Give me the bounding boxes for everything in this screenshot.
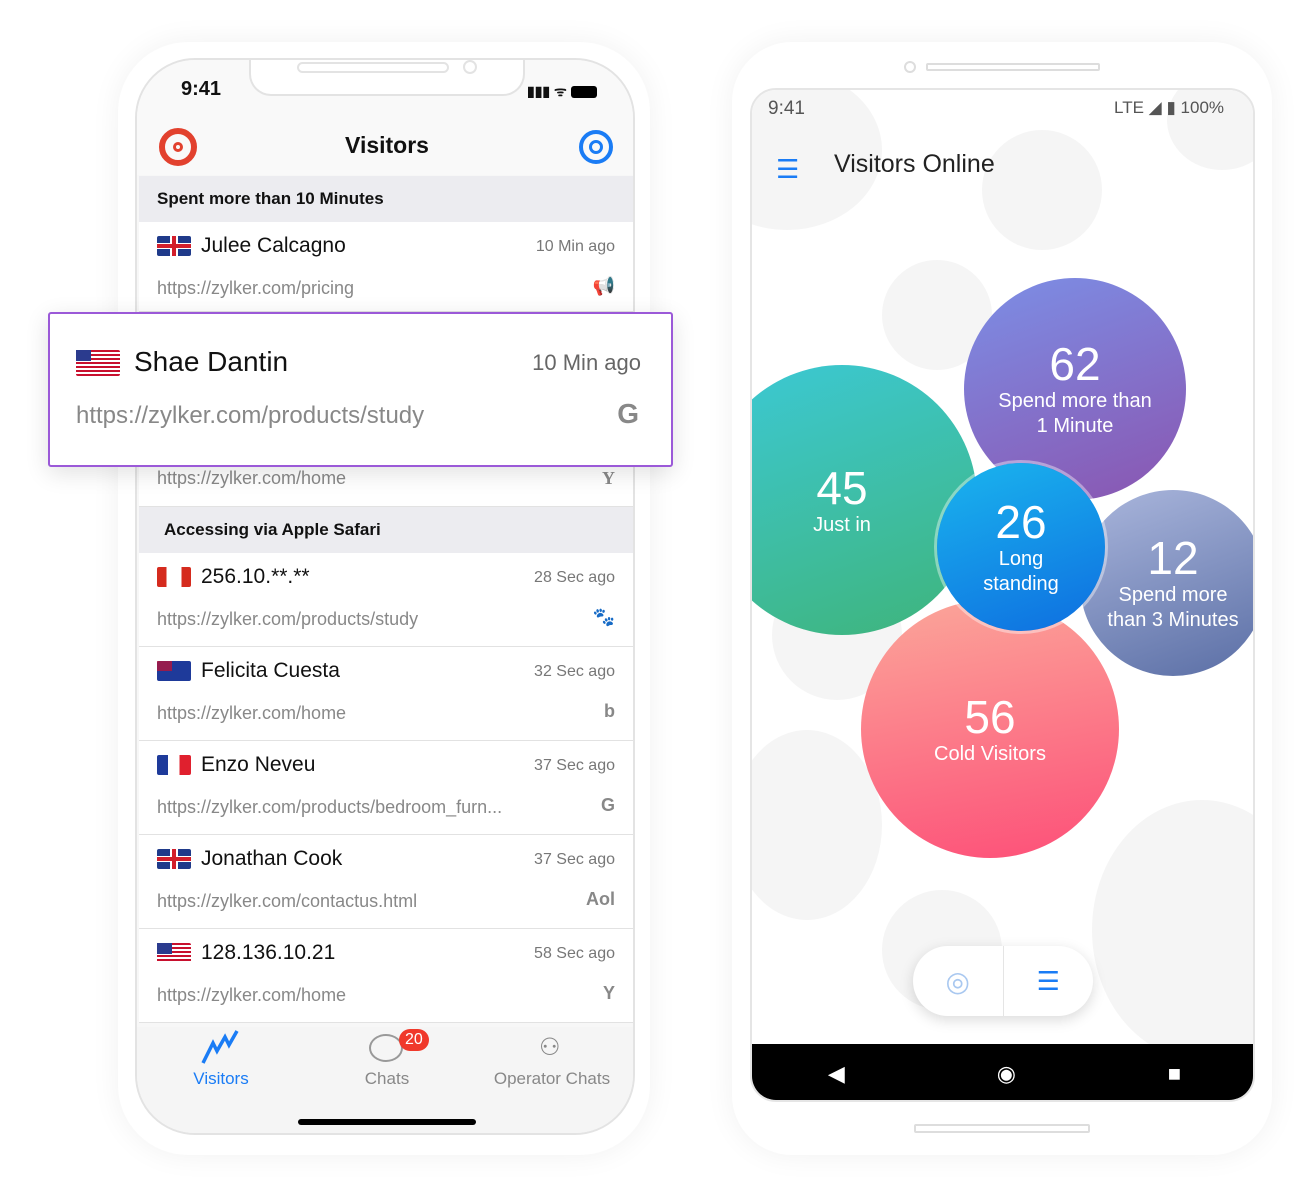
ios-screen: 9:41 ▮▮▮ ᯤ Visitors Spent more than 10 M… xyxy=(135,58,635,1135)
bubble-label: Cold Visitors xyxy=(934,742,1046,765)
status-time: 9:41 xyxy=(768,98,805,119)
visitor-name: Jonathan Cook xyxy=(201,847,343,870)
bubble-count: 12 xyxy=(1147,532,1199,584)
tab-label: Operator Chats xyxy=(493,1069,611,1088)
tab-operator-chats[interactable]: ⚇ Operator Chats xyxy=(487,1034,617,1089)
bubble-count: 56 xyxy=(964,690,1016,743)
visitor-url: https://zylker.com/home xyxy=(157,468,347,488)
visitor-url: https://zylker.com/home xyxy=(157,985,347,1005)
visitor-time: 32 Sec ago xyxy=(534,663,615,680)
visitor-name: Enzo Neveu xyxy=(201,753,316,776)
visitor-radar-icon[interactable] xyxy=(579,130,613,164)
battery-level: 100% xyxy=(1180,98,1225,117)
tab-visitors[interactable]: Visitors xyxy=(177,1030,265,1089)
recents-icon[interactable]: ■ xyxy=(1168,1061,1181,1087)
status-icons: LTE ◢ ▮ 100% xyxy=(1114,98,1225,117)
android-camera xyxy=(904,61,916,73)
chat-bubble-icon xyxy=(369,1034,403,1062)
visitor-url: https://zylker.com/home xyxy=(157,703,347,723)
back-icon[interactable]: ◀ xyxy=(828,1061,845,1087)
bubble-label: Just in xyxy=(813,513,871,536)
list-item[interactable]: 128.136.10.21 58 Sec ago https://zylker.… xyxy=(139,929,633,1023)
flag-us-icon xyxy=(76,350,120,376)
visitor-name: Felicita Cuesta xyxy=(201,659,340,682)
flag-us-icon xyxy=(157,943,191,963)
android-chin xyxy=(914,1124,1090,1133)
visitor-url: https://zylker.com/pricing xyxy=(157,278,355,298)
visitor-name: 256.10.**.** xyxy=(201,565,310,588)
list-view-icon[interactable]: ☰ xyxy=(1004,946,1094,1016)
bubble-label: Spend more than 1 Minute xyxy=(998,390,1152,437)
visitor-url: https://zylker.com/products/study xyxy=(157,609,419,629)
flag-fr-icon xyxy=(157,755,191,775)
visitor-time: 28 Sec ago xyxy=(534,569,615,586)
chats-badge: 20 xyxy=(399,1029,429,1051)
bubble-just-in[interactable]: 45 Just in xyxy=(752,365,977,635)
bubble-label: Long standing xyxy=(983,548,1059,595)
google-icon: G xyxy=(600,795,615,815)
yahoo-icon: Y xyxy=(602,468,615,488)
visitor-url: https://zylker.com/products/bedroom_furn… xyxy=(157,797,503,817)
visitor-url: https://zylker.com/contactus.html xyxy=(157,891,418,911)
visitor-time: 10 Min ago xyxy=(535,238,615,255)
view-toggle: ◎ ☰ xyxy=(913,946,1093,1016)
page-title: Visitors xyxy=(345,132,429,158)
android-screen: 9:41 LTE ◢ ▮ 100% ☰ Visitors Online 45 Ju… xyxy=(750,88,1255,1102)
yahoo-icon: Y xyxy=(602,983,615,1003)
activity-icon xyxy=(201,1030,239,1064)
visitor-time: 37 Sec ago xyxy=(534,851,615,868)
notch xyxy=(249,60,525,96)
bubble-count: 62 xyxy=(1049,338,1101,390)
list-item[interactable]: Julee Calcagno 10 Min ago https://zylker… xyxy=(139,222,633,312)
visitor-url: https://zylker.com/products/study xyxy=(76,402,425,429)
hamburger-menu-icon[interactable]: ☰ xyxy=(776,154,799,185)
bubble-count: 26 xyxy=(995,496,1047,548)
aol-icon: Aol xyxy=(586,889,615,909)
home-indicator xyxy=(298,1119,476,1125)
network-label: LTE xyxy=(1114,98,1144,117)
status-time: 9:41 xyxy=(181,78,222,100)
page-title: Visitors Online xyxy=(834,150,995,178)
visitor-time: 10 Min ago xyxy=(532,350,641,375)
highlighted-visitor-card[interactable]: Shae Dantin 10 Min ago https://zylker.co… xyxy=(48,312,673,467)
tab-label: Visitors xyxy=(193,1069,249,1088)
android-nav-bar: ◀ ◉ ■ xyxy=(752,1044,1253,1100)
android-speaker xyxy=(926,63,1100,71)
operators-icon: ⚇ xyxy=(539,1034,561,1061)
flag-uk-icon xyxy=(157,849,191,869)
list-item[interactable]: 256.10.**.** 28 Sec ago https://zylker.c… xyxy=(139,553,633,647)
bubble-label: Spend more than 3 Minutes xyxy=(1107,584,1239,631)
tab-chats[interactable]: 20 Chats xyxy=(347,1029,429,1089)
signal-wifi-battery-icon: ▮▮▮ ᯤ xyxy=(527,82,597,101)
flag-ca-icon xyxy=(157,567,191,587)
bubble-count: 45 xyxy=(816,461,868,514)
list-item[interactable]: Jonathan Cook 37 Sec ago https://zylker.… xyxy=(139,835,633,929)
visitor-name: Shae Dantin xyxy=(134,346,289,377)
tab-bar: Visitors 20 Chats ⚇ Operator Chats xyxy=(137,1027,633,1133)
list-item[interactable]: Felicita Cuesta 32 Sec ago https://zylke… xyxy=(139,647,633,741)
visitor-name: 128.136.10.21 xyxy=(201,941,336,964)
radar-view-icon[interactable]: ◎ xyxy=(913,946,1004,1016)
tab-label: Chats xyxy=(364,1069,410,1088)
section-header: Accessing via Apple Safari xyxy=(139,507,633,553)
visitor-time: 37 Sec ago xyxy=(534,757,615,774)
bing-icon: b xyxy=(604,701,615,721)
google-icon: G xyxy=(617,398,639,429)
visitor-time: 58 Sec ago xyxy=(534,945,615,962)
bubble-spend-3-minutes[interactable]: 12 Spend more than 3 Minutes xyxy=(1080,490,1253,676)
section-header: Spent more than 10 Minutes xyxy=(139,176,633,222)
megaphone-icon: 📢 xyxy=(592,276,615,296)
list-item[interactable]: Enzo Neveu 37 Sec ago https://zylker.com… xyxy=(139,741,633,835)
flag-uk-icon xyxy=(157,236,191,256)
visitor-name: Julee Calcagno xyxy=(201,234,346,257)
flag-au-icon xyxy=(157,661,191,681)
paw-icon: 🐾 xyxy=(592,607,615,627)
home-icon[interactable]: ◉ xyxy=(997,1061,1016,1087)
bubble-cold-visitors[interactable]: 56 Cold Visitors xyxy=(861,600,1119,858)
bubble-long-standing[interactable]: 26 Long standing xyxy=(937,463,1105,631)
